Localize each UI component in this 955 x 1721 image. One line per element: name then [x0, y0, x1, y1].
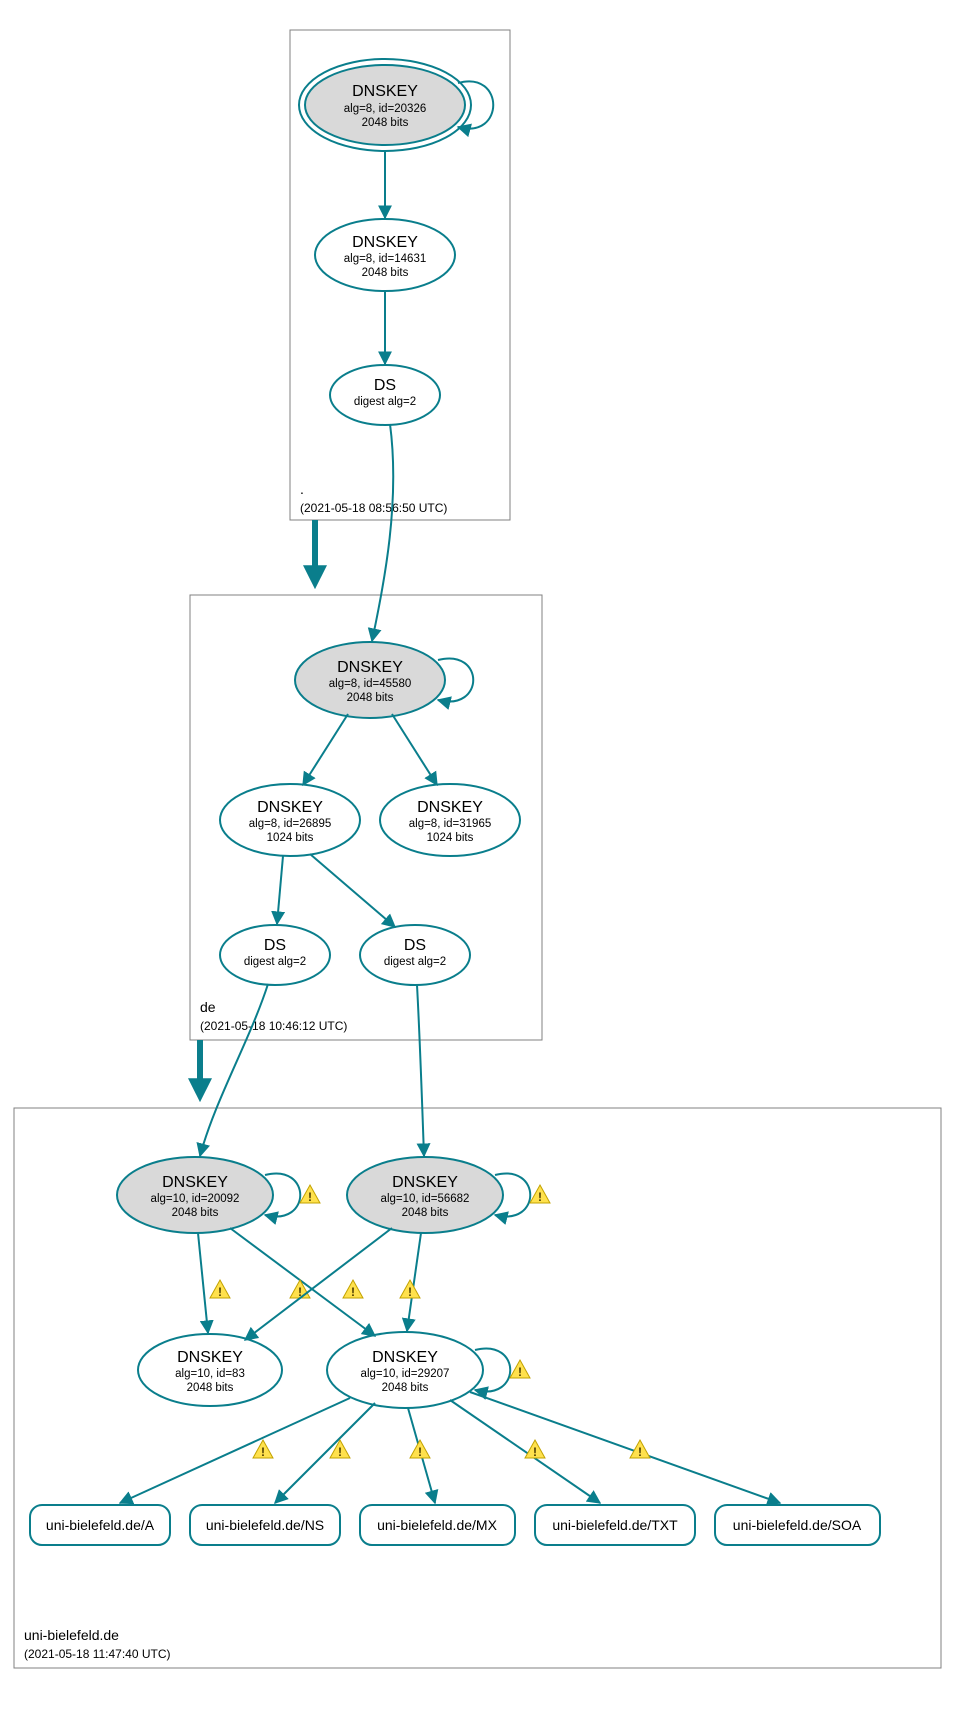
svg-text:alg=10, id=29207: alg=10, id=29207: [361, 1368, 450, 1380]
zone-root-name: .: [300, 481, 304, 497]
rr-a: uni-bielefeld.de/A: [30, 1505, 170, 1545]
svg-text:DNSKEY: DNSKEY: [372, 1349, 438, 1366]
rr-ns: uni-bielefeld.de/NS: [190, 1505, 340, 1545]
svg-text:1024 bits: 1024 bits: [427, 832, 474, 844]
node-de-ds2: DS digest alg=2: [360, 925, 470, 985]
zone-de-name: de: [200, 999, 216, 1015]
warn-icon: [410, 1440, 430, 1459]
warn-icon: [343, 1280, 363, 1299]
svg-text:DNSKEY: DNSKEY: [352, 234, 418, 251]
svg-text:alg=10, id=56682: alg=10, id=56682: [381, 1193, 470, 1205]
svg-text:DNSKEY: DNSKEY: [352, 83, 418, 100]
rr-soa: uni-bielefeld.de/SOA: [715, 1505, 880, 1545]
node-root-ksk: DNSKEY alg=8, id=20326 2048 bits: [299, 59, 471, 151]
svg-text:uni-bielefeld.de/MX: uni-bielefeld.de/MX: [377, 1517, 498, 1533]
svg-text:alg=8, id=45580: alg=8, id=45580: [329, 678, 412, 690]
svg-text:1024 bits: 1024 bits: [267, 832, 314, 844]
svg-text:DS: DS: [374, 377, 396, 394]
warn-icon: [300, 1185, 320, 1204]
warn-icon: [400, 1280, 420, 1299]
svg-text:DNSKEY: DNSKEY: [162, 1174, 228, 1191]
zone-de-ts: (2021-05-18 10:46:12 UTC): [200, 1019, 347, 1033]
zone-root: . (2021-05-18 08:56:50 UTC) DNSKEY alg=8…: [290, 30, 510, 520]
svg-text:DS: DS: [264, 937, 286, 954]
warn-icon: [530, 1185, 550, 1204]
warn-icon: [510, 1360, 530, 1379]
svg-text:uni-bielefeld.de/A: uni-bielefeld.de/A: [46, 1517, 155, 1533]
zone-ub-name: uni-bielefeld.de: [24, 1627, 119, 1643]
warn-icon: [290, 1280, 310, 1299]
node-root-ds: DS digest alg=2: [330, 365, 440, 425]
rr-mx: uni-bielefeld.de/MX: [360, 1505, 515, 1545]
dnssec-diagram: ! . (2021-05-18 08:56:50 UTC) DNSKEY alg…: [0, 0, 955, 1721]
svg-text:uni-bielefeld.de/TXT: uni-bielefeld.de/TXT: [552, 1517, 678, 1533]
svg-text:2048 bits: 2048 bits: [187, 1382, 234, 1394]
svg-text:alg=8, id=14631: alg=8, id=14631: [344, 253, 427, 265]
svg-text:digest alg=2: digest alg=2: [384, 956, 446, 968]
node-root-zsk: DNSKEY alg=8, id=14631 2048 bits: [315, 219, 455, 291]
svg-text:DNSKEY: DNSKEY: [257, 799, 323, 816]
edge-zsk2-ns: [275, 1403, 375, 1503]
zone-de: de (2021-05-18 10:46:12 UTC) DNSKEY alg=…: [190, 424, 542, 1040]
node-de-zsk2: DNSKEY alg=8, id=31965 1024 bits: [380, 784, 520, 856]
warn-icon: [253, 1440, 273, 1459]
svg-text:2048 bits: 2048 bits: [382, 1382, 429, 1394]
warn-icon: [525, 1440, 545, 1459]
edge-ubksk2-zsk1: [245, 1228, 392, 1340]
edge-zsk2-a: [120, 1398, 350, 1503]
svg-text:uni-bielefeld.de/NS: uni-bielefeld.de/NS: [206, 1517, 324, 1533]
svg-text:2048 bits: 2048 bits: [347, 692, 394, 704]
rr-txt: uni-bielefeld.de/TXT: [535, 1505, 695, 1545]
node-ub-ksk1: DNSKEY alg=10, id=20092 2048 bits: [117, 1157, 273, 1233]
edge-zsk2-txt: [450, 1400, 600, 1503]
edge-zsk2-soa: [470, 1392, 780, 1503]
svg-text:DNSKEY: DNSKEY: [417, 799, 483, 816]
edge-deds2-ubksk2: [417, 985, 424, 1156]
node-de-ds1: DS digest alg=2: [220, 925, 330, 985]
node-ub-ksk2: DNSKEY alg=10, id=56682 2048 bits: [347, 1157, 503, 1233]
svg-text:alg=8, id=20326: alg=8, id=20326: [344, 103, 427, 115]
node-de-zsk1: DNSKEY alg=8, id=26895 1024 bits: [220, 784, 360, 856]
svg-text:alg=8, id=31965: alg=8, id=31965: [409, 818, 492, 830]
warn-icon: [210, 1280, 230, 1299]
svg-text:2048 bits: 2048 bits: [172, 1207, 219, 1219]
edge-rootds-deksk: [372, 424, 393, 641]
zone-ub-ts: (2021-05-18 11:47:40 UTC): [24, 1647, 171, 1661]
svg-text:alg=8, id=26895: alg=8, id=26895: [249, 818, 332, 830]
svg-text:2048 bits: 2048 bits: [402, 1207, 449, 1219]
warn-icon: [330, 1440, 350, 1459]
node-ub-zsk1: DNSKEY alg=10, id=83 2048 bits: [138, 1334, 282, 1406]
edge-deksk-zsk2: [392, 714, 437, 785]
svg-text:alg=10, id=83: alg=10, id=83: [175, 1368, 245, 1380]
svg-text:DNSKEY: DNSKEY: [392, 1174, 458, 1191]
node-de-ksk: DNSKEY alg=8, id=45580 2048 bits: [295, 642, 445, 718]
node-ub-zsk2: DNSKEY alg=10, id=29207 2048 bits: [327, 1332, 483, 1408]
svg-text:uni-bielefeld.de/SOA: uni-bielefeld.de/SOA: [733, 1517, 862, 1533]
svg-text:digest alg=2: digest alg=2: [244, 956, 306, 968]
zone-root-ts: (2021-05-18 08:56:50 UTC): [300, 501, 447, 515]
svg-text:2048 bits: 2048 bits: [362, 117, 409, 129]
edge-ubksk1-zsk1: [198, 1233, 208, 1333]
svg-text:alg=10, id=20092: alg=10, id=20092: [151, 1193, 240, 1205]
svg-text:DNSKEY: DNSKEY: [177, 1349, 243, 1366]
svg-text:DNSKEY: DNSKEY: [337, 659, 403, 676]
svg-text:DS: DS: [404, 937, 426, 954]
edge-deksk-zsk1: [303, 714, 348, 785]
svg-text:2048 bits: 2048 bits: [362, 267, 409, 279]
svg-text:digest alg=2: digest alg=2: [354, 396, 416, 408]
edge-dezsk1-ds1: [277, 856, 283, 924]
edge-dezsk1-ds2: [310, 854, 395, 927]
zone-ub: uni-bielefeld.de (2021-05-18 11:47:40 UT…: [14, 984, 941, 1668]
